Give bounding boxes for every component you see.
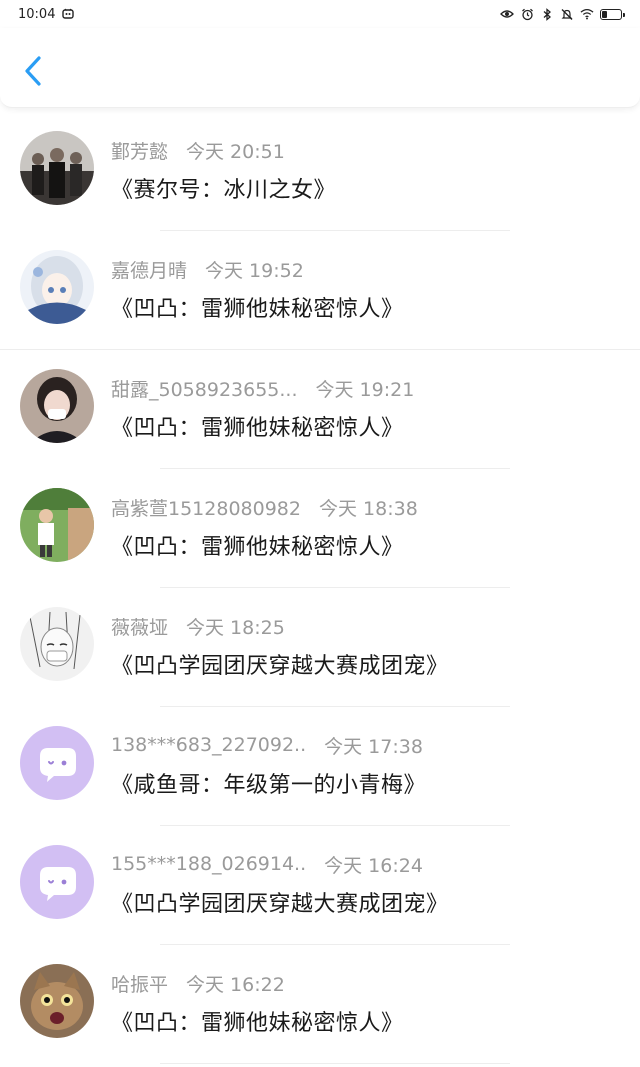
alarm-icon <box>520 7 534 21</box>
timestamp: 今天 19:21 <box>315 378 415 401</box>
user-name: 甜露_5058923655... <box>111 378 298 401</box>
user-name: 哈振平 <box>111 973 169 996</box>
list-item[interactable]: 哈振平 今天 16:22 《凹凸：雷狮他妹秘密惊人》 <box>0 945 640 1064</box>
silent-icon <box>560 7 574 21</box>
status-time: 10:04 <box>18 6 56 22</box>
user-name: 嘉德月晴 <box>111 259 188 282</box>
item-meta: 薇薇垭 今天 18:25 <box>111 614 285 639</box>
list-item[interactable]: 甜露_5058923655... 今天 19:21 《凹凸：雷狮他妹秘密惊人》 <box>0 350 640 469</box>
story-title[interactable]: 《凹凸：雷狮他妹秘密惊人》 <box>111 529 404 560</box>
avatar[interactable] <box>20 488 94 562</box>
timestamp: 今天 18:25 <box>186 616 285 639</box>
item-meta: 155***188_026914.. 今天 16:24 <box>111 852 423 877</box>
story-title[interactable]: 《凹凸：雷狮他妹秘密惊人》 <box>111 1005 404 1036</box>
wifi-icon <box>580 7 594 21</box>
avatar[interactable] <box>20 726 94 800</box>
item-meta: 嘉德月晴 今天 19:52 <box>111 257 304 282</box>
status-bar: 10:04 <box>0 0 640 28</box>
message-list: 鄞芳懿 今天 20:51 《赛尔号：冰川之女》 嘉德月晴 今天 19:52 《凹… <box>0 112 640 1064</box>
timestamp: 今天 16:24 <box>324 854 423 877</box>
item-meta: 138***683_227092.. 今天 17:38 <box>111 733 423 758</box>
timestamp: 今天 20:51 <box>186 140 285 163</box>
user-name: 鄞芳懿 <box>111 140 169 163</box>
story-title[interactable]: 《咸鱼哥：年级第一的小青梅》 <box>111 767 426 798</box>
story-title[interactable]: 《凹凸：雷狮他妹秘密惊人》 <box>111 291 404 322</box>
list-item[interactable]: 嘉德月晴 今天 19:52 《凹凸：雷狮他妹秘密惊人》 <box>0 231 640 350</box>
battery-fill <box>602 10 608 18</box>
list-item[interactable]: 鄞芳懿 今天 20:51 《赛尔号：冰川之女》 <box>0 112 640 231</box>
divider <box>160 1063 510 1064</box>
user-name: 高紫萱15128080982 <box>111 497 301 520</box>
item-meta: 甜露_5058923655... 今天 19:21 <box>111 376 415 401</box>
story-title[interactable]: 《凹凸学园团厌穿越大赛成团宠》 <box>111 886 449 917</box>
back-button[interactable] <box>18 54 48 88</box>
timestamp: 今天 19:52 <box>205 259 304 282</box>
story-title[interactable]: 《凹凸：雷狮他妹秘密惊人》 <box>111 410 404 441</box>
avatar[interactable] <box>20 845 94 919</box>
list-item[interactable]: 薇薇垭 今天 18:25 《凹凸学园团厌穿越大赛成团宠》 <box>0 588 640 707</box>
user-name: 155***188_026914.. <box>111 853 307 875</box>
avatar[interactable] <box>20 250 94 324</box>
timestamp: 今天 16:22 <box>186 973 285 996</box>
list-item[interactable]: 高紫萱15128080982 今天 18:38 《凹凸：雷狮他妹秘密惊人》 <box>0 469 640 588</box>
story-title[interactable]: 《凹凸学园团厌穿越大赛成团宠》 <box>111 648 449 679</box>
item-meta: 哈振平 今天 16:22 <box>111 971 285 996</box>
item-meta: 鄞芳懿 今天 20:51 <box>111 138 285 163</box>
item-meta: 高紫萱15128080982 今天 18:38 <box>111 495 418 520</box>
bluetooth-icon <box>540 7 554 21</box>
list-item[interactable]: 138***683_227092.. 今天 17:38 《咸鱼哥：年级第一的小青… <box>0 707 640 826</box>
list-item[interactable]: 155***188_026914.. 今天 16:24 《凹凸学园团厌穿越大赛成… <box>0 826 640 945</box>
avatar[interactable] <box>20 369 94 443</box>
avatar[interactable] <box>20 131 94 205</box>
avatar[interactable] <box>20 964 94 1038</box>
battery-icon <box>600 8 625 20</box>
timestamp: 今天 17:38 <box>324 735 423 758</box>
timestamp: 今天 18:38 <box>318 497 418 520</box>
avatar[interactable] <box>20 607 94 681</box>
chevron-left-icon <box>25 56 41 86</box>
user-name: 薇薇垭 <box>111 616 169 639</box>
notification-icon <box>61 7 75 21</box>
header <box>0 28 640 108</box>
user-name: 138***683_227092.. <box>111 734 307 756</box>
eye-icon <box>500 7 514 21</box>
story-title[interactable]: 《赛尔号：冰川之女》 <box>111 172 336 203</box>
